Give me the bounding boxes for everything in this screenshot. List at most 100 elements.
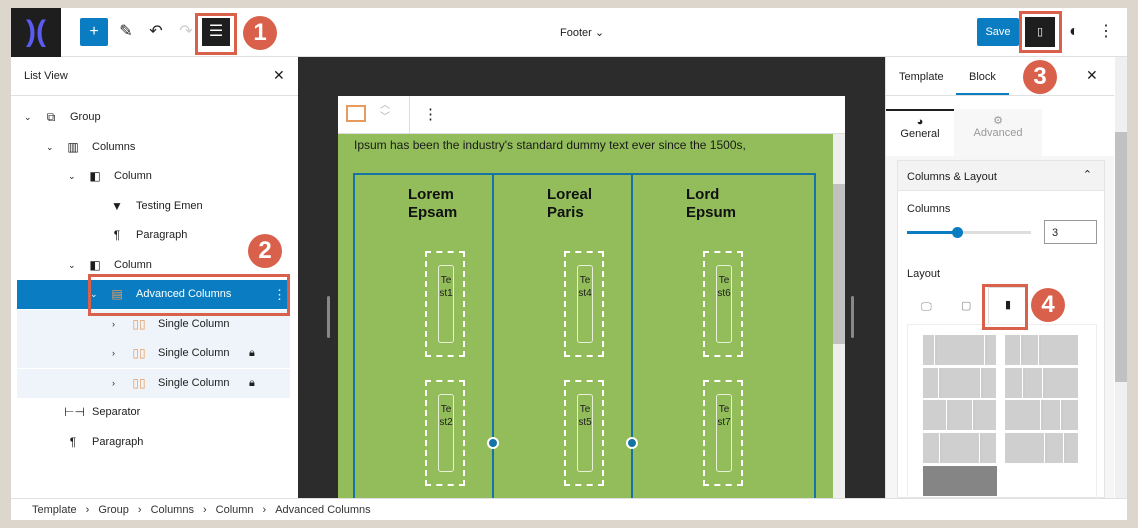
- vertical-text[interactable]: Test1: [438, 265, 454, 343]
- more-options-icon[interactable]: ⋮: [1092, 18, 1120, 46]
- column-heading[interactable]: Loreal Paris: [547, 186, 617, 222]
- annotation-box-4: [982, 284, 1028, 330]
- paragraph-text[interactable]: Ipsum has been the industry's standard d…: [354, 138, 746, 152]
- styles-contrast-icon[interactable]: ◐: [1060, 18, 1088, 46]
- list-item[interactable]: ⌄ ⧉ Group: [17, 103, 290, 132]
- divider: [409, 96, 410, 134]
- layout-option[interactable]: [923, 433, 997, 463]
- desktop-icon[interactable]: 🖵: [921, 301, 932, 314]
- chevron-down-icon[interactable]: ⌄: [68, 162, 78, 191]
- list-item[interactable]: ⌄ ▥ Columns: [17, 133, 290, 162]
- column-heading[interactable]: Lord Epsum: [686, 186, 756, 222]
- advanced-columns-icon[interactable]: [346, 105, 366, 122]
- layout-option[interactable]: [1005, 368, 1079, 398]
- vertical-text[interactable]: Test5: [577, 394, 593, 472]
- layout-option[interactable]: [1005, 433, 1079, 463]
- single-column-block[interactable]: [353, 174, 355, 498]
- chevron-right-icon[interactable]: ›: [112, 339, 122, 368]
- list-item-label: Testing Emen: [136, 199, 203, 212]
- column-icon: ◧: [89, 169, 101, 183]
- column-heading[interactable]: Lorem Epsam: [408, 186, 478, 222]
- vertical-text[interactable]: Test7: [716, 394, 732, 472]
- list-item[interactable]: ⌄ ◧ Column: [17, 162, 290, 191]
- chevron-up-icon: ⌃: [1082, 169, 1092, 181]
- layout-option[interactable]: [1005, 335, 1079, 365]
- list-item[interactable]: › ▯▯ Single Column 🔒︎: [17, 339, 290, 368]
- canvas-scrollbar[interactable]: [833, 134, 845, 498]
- chevron-right-icon: ›: [137, 504, 142, 516]
- breadcrumb-item[interactable]: Template: [32, 504, 77, 516]
- add-block-button[interactable]: +: [80, 18, 108, 46]
- site-logo[interactable]: )(: [11, 8, 61, 57]
- single-column-block[interactable]: [631, 174, 633, 498]
- columns-input[interactable]: 3: [1044, 220, 1097, 244]
- list-view-toggle-button[interactable]: ☰: [202, 18, 230, 46]
- resize-handle-left[interactable]: [327, 296, 330, 338]
- sidebar-scrollbar[interactable]: [1115, 57, 1127, 498]
- columns-icon: ▥: [67, 139, 79, 154]
- single-column-icon: ▯▯: [132, 346, 146, 360]
- panel-title: Columns & Layout: [907, 171, 997, 183]
- list-item[interactable]: › ▯▯ Single Column 🔒︎: [17, 368, 290, 398]
- inner-block[interactable]: Test5: [564, 380, 604, 486]
- breadcrumb-item[interactable]: Column: [216, 504, 254, 516]
- template-title: Footer: [560, 27, 592, 39]
- edit-tool-icon[interactable]: ✎: [112, 18, 140, 46]
- layout-option[interactable]: [923, 400, 997, 430]
- subtab-general[interactable]: ◕ General: [886, 109, 954, 156]
- layout-option-selected[interactable]: [923, 466, 997, 496]
- move-up-down-icon[interactable]: ︿ ﹀: [380, 100, 390, 124]
- template-title-dropdown[interactable]: Footer ⌄: [560, 26, 604, 39]
- subtab-advanced[interactable]: ⚙ Advanced: [954, 109, 1042, 156]
- chevron-right-icon[interactable]: ›: [112, 369, 122, 398]
- inner-block[interactable]: Test6: [703, 251, 743, 357]
- vertical-text[interactable]: Test2: [438, 394, 454, 472]
- annotation-badge-4: 4: [1031, 288, 1065, 322]
- undo-icon[interactable]: ↶: [142, 18, 170, 46]
- lock-icon: 🔒︎: [249, 376, 255, 389]
- list-item[interactable]: ⊢⊣ Separator: [17, 398, 290, 427]
- resize-handle-right[interactable]: [851, 296, 854, 338]
- vertical-text[interactable]: Test4: [577, 265, 593, 343]
- vertical-text[interactable]: Test6: [716, 265, 732, 343]
- inner-block[interactable]: Test1: [425, 251, 465, 357]
- breadcrumb-item[interactable]: Advanced Columns: [275, 504, 370, 516]
- list-item-label: Separator: [92, 406, 141, 418]
- paragraph-icon: ¶: [113, 228, 121, 242]
- breadcrumb-item[interactable]: Columns: [151, 504, 194, 516]
- breadcrumb-item[interactable]: Group: [98, 504, 129, 516]
- list-item[interactable]: ▼ Testing Emen: [17, 192, 290, 221]
- chevron-right-icon: ›: [202, 504, 207, 516]
- inner-block[interactable]: Test2: [425, 380, 465, 486]
- chevron-down-icon[interactable]: ⌄: [68, 251, 78, 280]
- close-icon[interactable]: ✕: [273, 67, 285, 84]
- inner-block[interactable]: Test4: [564, 251, 604, 357]
- tablet-icon[interactable]: ▢: [961, 299, 971, 312]
- block-options-icon[interactable]: ⋮: [423, 105, 438, 123]
- columns-label: Columns: [907, 203, 951, 215]
- inner-block[interactable]: Test7: [703, 380, 743, 486]
- list-item-label: Paragraph: [92, 435, 144, 448]
- layout-option[interactable]: [1005, 400, 1079, 430]
- column-resize-handle[interactable]: [626, 437, 638, 449]
- column-resize-handle[interactable]: [487, 437, 499, 449]
- list-item-label: Group: [70, 111, 101, 123]
- tab-template[interactable]: Template: [899, 71, 944, 83]
- annotation-badge-3: 3: [1023, 60, 1057, 94]
- panel-header[interactable]: Columns & Layout ⌃: [898, 161, 1104, 191]
- chevron-down-icon[interactable]: ⌄: [46, 133, 56, 162]
- chevron-right-icon: ›: [85, 504, 90, 516]
- single-column-block[interactable]: [492, 174, 494, 498]
- save-button[interactable]: Save: [977, 18, 1019, 46]
- layout-option[interactable]: [923, 335, 997, 365]
- chevron-down-icon[interactable]: ⌄: [24, 103, 34, 132]
- settings-sidebar-toggle[interactable]: ▯: [1025, 17, 1055, 47]
- layout-option[interactable]: [923, 368, 997, 398]
- tab-block[interactable]: Block: [969, 71, 996, 83]
- list-view-header: List View ✕: [11, 57, 298, 96]
- group-icon: ⧉: [46, 110, 56, 124]
- list-item[interactable]: ¶ Paragraph: [17, 428, 290, 457]
- subtab-label: General: [900, 128, 940, 140]
- close-icon[interactable]: ✕: [1086, 67, 1098, 84]
- columns-slider[interactable]: [907, 227, 1031, 238]
